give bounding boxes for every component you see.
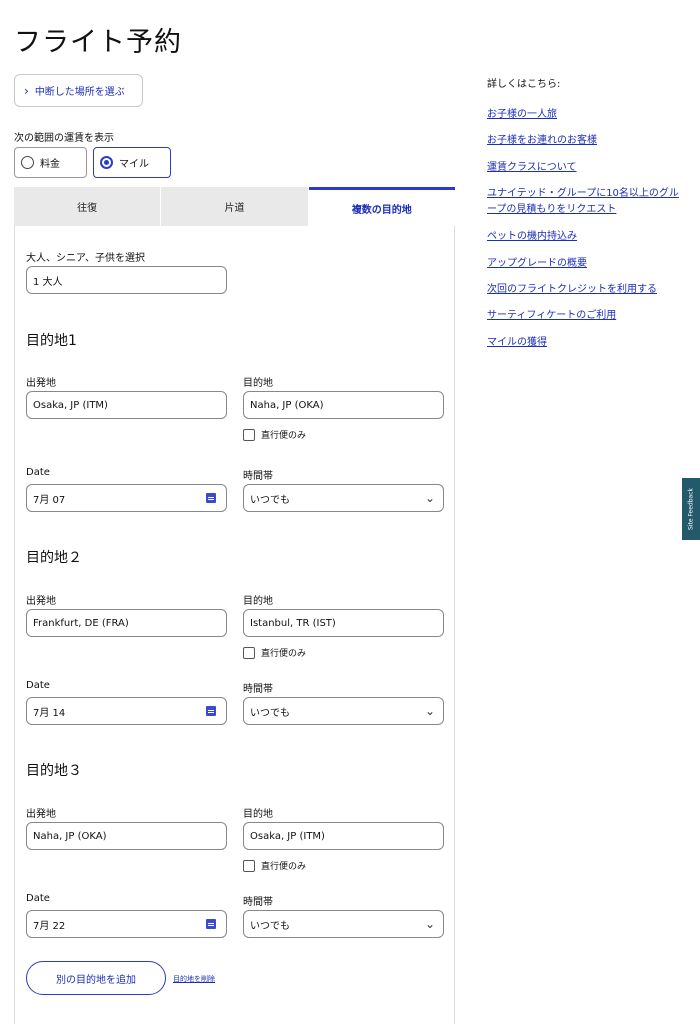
site-feedback-tab[interactable]: Site Feedback <box>682 478 700 540</box>
destination-field[interactable]: Naha, JP (OKA) <box>243 391 444 419</box>
passengers-field[interactable]: 1 大人 <box>26 266 227 294</box>
tab-multicity[interactable]: 複数の目的地 <box>308 187 455 226</box>
time-select[interactable]: いつでも ⌄ <box>243 910 444 938</box>
checkbox-icon <box>243 428 255 441</box>
date-value: 7月 14 <box>33 707 66 719</box>
fare-option-label: マイル <box>119 159 149 170</box>
time-label: 時間帯 <box>243 684 273 695</box>
link-certificates[interactable]: サーティフィケートのご利用 <box>487 308 687 324</box>
radio-unselected-icon <box>21 156 34 169</box>
chevron-down-icon: ⌄ <box>424 491 435 505</box>
fare-type-label: 次の範囲の運賃を表示 <box>14 133 114 144</box>
checkbox-icon <box>243 646 255 659</box>
nonstop-checkbox[interactable]: 直行便のみ <box>243 859 306 872</box>
more-info-heading: 詳しくはこちら: <box>487 79 561 90</box>
resume-label: 中断した場所を選ぶ <box>34 87 125 98</box>
add-destination-button[interactable]: 別の目的地を追加 <box>26 961 166 995</box>
fare-option-label: 料金 <box>40 159 60 170</box>
checkbox-icon <box>243 859 255 872</box>
tab-oneway[interactable]: 片道 <box>161 187 309 226</box>
origin-field[interactable]: Naha, JP (OKA) <box>26 822 227 850</box>
nonstop-label: 直行便のみ <box>261 431 307 441</box>
chevron-down-icon: ⌄ <box>424 704 435 718</box>
page-title: フライト予約 <box>14 27 182 58</box>
chevron-right-icon: › <box>24 83 29 98</box>
resume-booking-button[interactable]: › 中断した場所を選ぶ <box>14 74 143 107</box>
fare-option-miles[interactable]: マイル <box>93 147 171 178</box>
date-value: 7月 07 <box>33 494 66 506</box>
time-select[interactable]: いつでも ⌄ <box>243 697 444 725</box>
destination-field[interactable]: Istanbul, TR (IST) <box>243 609 444 637</box>
time-label: 時間帯 <box>243 897 273 908</box>
time-value: いつでも <box>250 920 290 932</box>
link-family[interactable]: お子様をお連れのお客様 <box>487 133 687 149</box>
origin-label: 出発地 <box>26 809 56 820</box>
link-future-credit[interactable]: 次回のフライトクレジットを利用する <box>487 282 687 298</box>
nonstop-checkbox[interactable]: 直行便のみ <box>243 646 306 659</box>
calendar-icon[interactable] <box>206 706 216 716</box>
tab-roundtrip[interactable]: 往復 <box>14 187 162 226</box>
destination-label: 目的地 <box>243 596 273 607</box>
segment-heading: 目的地1 <box>26 333 77 349</box>
link-earn-miles[interactable]: マイルの獲得 <box>487 335 687 351</box>
nonstop-checkbox[interactable]: 直行便のみ <box>243 428 306 441</box>
radio-selected-icon <box>100 156 113 169</box>
segment-heading: 目的地３ <box>26 763 82 779</box>
remove-destination-link[interactable]: 目的地を削除 <box>173 974 215 984</box>
nonstop-label: 直行便のみ <box>261 862 307 872</box>
date-field[interactable]: 7月 22 <box>26 910 227 938</box>
link-group-quote[interactable]: ユナイテッド・グループに10名以上のグループの見積もりをリクエスト <box>487 186 687 218</box>
link-fare-classes[interactable]: 運賃クラスについて <box>487 160 687 176</box>
link-upgrades[interactable]: アップグレードの概要 <box>487 256 687 272</box>
time-value: いつでも <box>250 494 290 506</box>
date-value: 7月 22 <box>33 920 66 932</box>
destination-label: 目的地 <box>243 378 273 389</box>
destination-field[interactable]: Osaka, JP (ITM) <box>243 822 444 850</box>
chevron-down-icon: ⌄ <box>424 917 435 931</box>
segment-heading: 目的地２ <box>26 550 82 566</box>
date-field[interactable]: 7月 07 <box>26 484 227 512</box>
link-pets[interactable]: ペットの機内持込み <box>487 229 687 245</box>
calendar-icon[interactable] <box>206 493 216 503</box>
time-value: いつでも <box>250 707 290 719</box>
fare-option-price[interactable]: 料金 <box>14 147 87 178</box>
nonstop-label: 直行便のみ <box>261 649 307 659</box>
calendar-icon[interactable] <box>206 919 216 929</box>
origin-field[interactable]: Frankfurt, DE (FRA) <box>26 609 227 637</box>
origin-field[interactable]: Osaka, JP (ITM) <box>26 391 227 419</box>
time-select[interactable]: いつでも ⌄ <box>243 484 444 512</box>
origin-label: 出発地 <box>26 596 56 607</box>
time-label: 時間帯 <box>243 471 273 482</box>
date-label: Date <box>26 893 50 904</box>
passengers-label: 大人、シニア、子供を選択 <box>26 253 145 264</box>
date-field[interactable]: 7月 14 <box>26 697 227 725</box>
origin-label: 出発地 <box>26 378 56 389</box>
date-label: Date <box>26 680 50 691</box>
link-child-travel[interactable]: お子様の一人旅 <box>487 107 687 123</box>
date-label: Date <box>26 467 50 478</box>
destination-label: 目的地 <box>243 809 273 820</box>
trip-type-tabs: 往復 片道 複数の目的地 <box>14 187 455 226</box>
